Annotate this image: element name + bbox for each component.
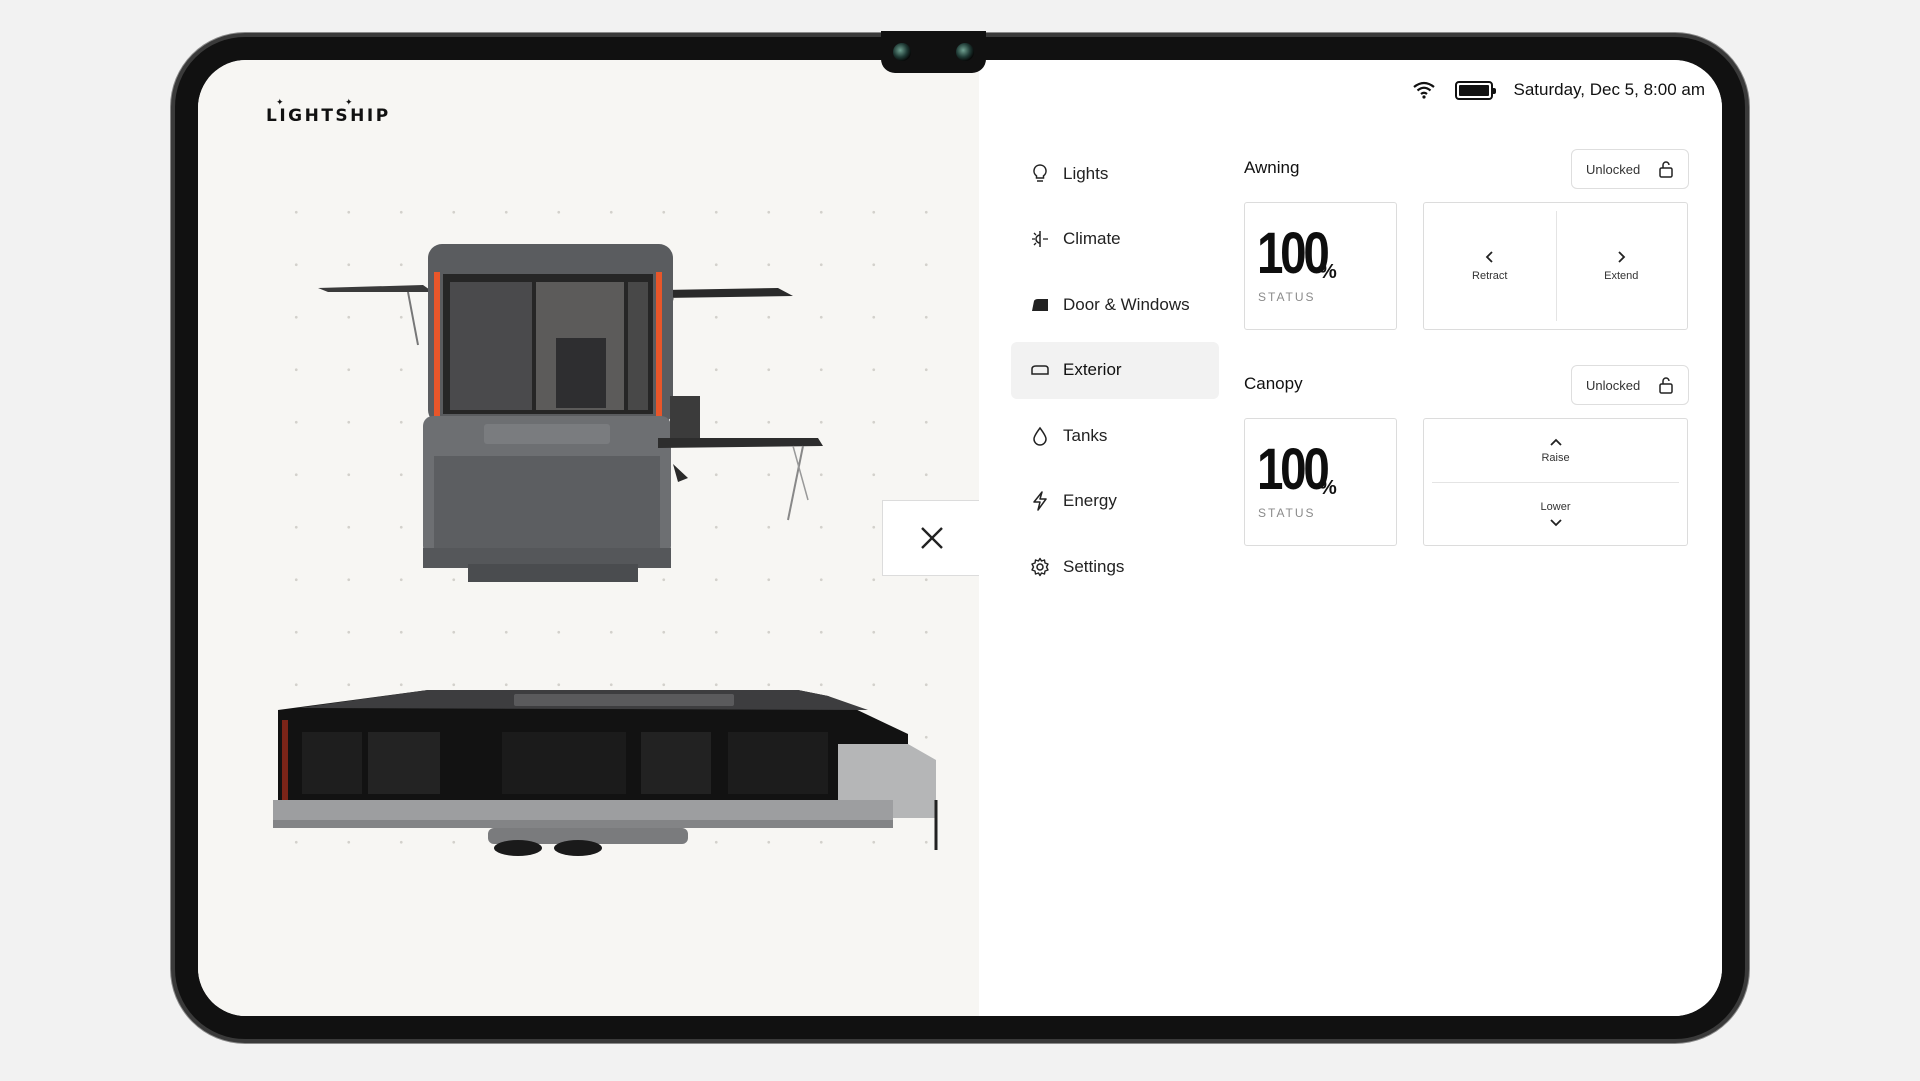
water-drop-icon (1029, 425, 1051, 447)
camera-notch (881, 31, 986, 73)
chevron-left-icon (1485, 251, 1493, 263)
climate-icon (1029, 228, 1051, 250)
awning-status-card: 100 % STATUS (1244, 202, 1397, 330)
brand-logo: ✦ ✦ LIGHTSHIP (266, 98, 391, 126)
camera-icon (893, 43, 911, 61)
trailer-side-view (273, 690, 938, 856)
battery-icon (1455, 80, 1497, 100)
control-pane: Saturday, Dec 5, 8:00 am Lights Climate (979, 60, 1722, 1016)
unlock-icon (1659, 161, 1673, 178)
nav-item-exterior[interactable]: Exterior (1011, 341, 1219, 399)
trailer-front-view (318, 244, 823, 582)
extend-button[interactable]: Extend (1556, 203, 1688, 329)
camera-icon (956, 43, 974, 61)
chevron-up-icon (1549, 438, 1562, 446)
datetime: Saturday, Dec 5, 8:00 am (1513, 80, 1705, 99)
canopy-status-card: 100 % STATUS (1244, 418, 1397, 546)
awning-controls: Retract Extend (1423, 202, 1688, 330)
nav-item-settings[interactable]: Settings (1011, 538, 1219, 595)
vehicle-preview-pane: ✦ ✦ LIGHTSHIP (198, 60, 980, 1016)
awning-status-value: 100 (1257, 221, 1330, 286)
nav-item-door-windows[interactable]: Door & Windows (1011, 276, 1219, 333)
lower-button[interactable]: Lower (1424, 482, 1687, 545)
raise-button[interactable]: Raise (1424, 419, 1687, 482)
wifi-icon (1413, 81, 1436, 99)
canopy-status-value: 100 (1257, 437, 1330, 502)
close-icon (920, 527, 943, 549)
bolt-icon (1029, 490, 1051, 512)
canopy-controls: Raise Lower (1423, 418, 1688, 546)
awning-lock-button[interactable]: Unlocked (1571, 149, 1689, 189)
tablet-device: ✦ ✦ LIGHTSHIP Saturday, Dec 5, 8:00 am L… (171, 31, 1749, 1043)
close-button[interactable] (882, 500, 980, 576)
exterior-icon (1029, 359, 1051, 381)
chevron-right-icon (1618, 251, 1626, 263)
nav-item-climate[interactable]: Climate (1011, 211, 1219, 268)
unlock-icon (1659, 377, 1673, 394)
canopy-status-label: STATUS (1258, 506, 1316, 520)
status-bar: Saturday, Dec 5, 8:00 am (1413, 80, 1705, 100)
nav-item-tanks[interactable]: Tanks (1011, 407, 1219, 464)
awning-title: Awning (1244, 158, 1300, 177)
gear-icon (1029, 556, 1051, 578)
canopy-lock-button[interactable]: Unlocked (1571, 365, 1689, 405)
screen: ✦ ✦ LIGHTSHIP Saturday, Dec 5, 8:00 am L… (198, 60, 1722, 1016)
nav-item-lights[interactable]: Lights (1011, 145, 1219, 202)
sidebar-nav: Lights Climate Door & Windows Exterior T… (1011, 145, 1219, 604)
lightbulb-icon (1029, 163, 1051, 185)
awning-status-unit: % (1319, 261, 1337, 283)
door-icon (1029, 294, 1051, 316)
awning-status-label: STATUS (1258, 290, 1316, 304)
chevron-down-icon (1549, 518, 1562, 526)
retract-button[interactable]: Retract (1424, 203, 1556, 329)
nav-item-energy[interactable]: Energy (1011, 473, 1219, 530)
canopy-status-unit: % (1319, 477, 1337, 499)
canopy-title: Canopy (1244, 374, 1303, 393)
